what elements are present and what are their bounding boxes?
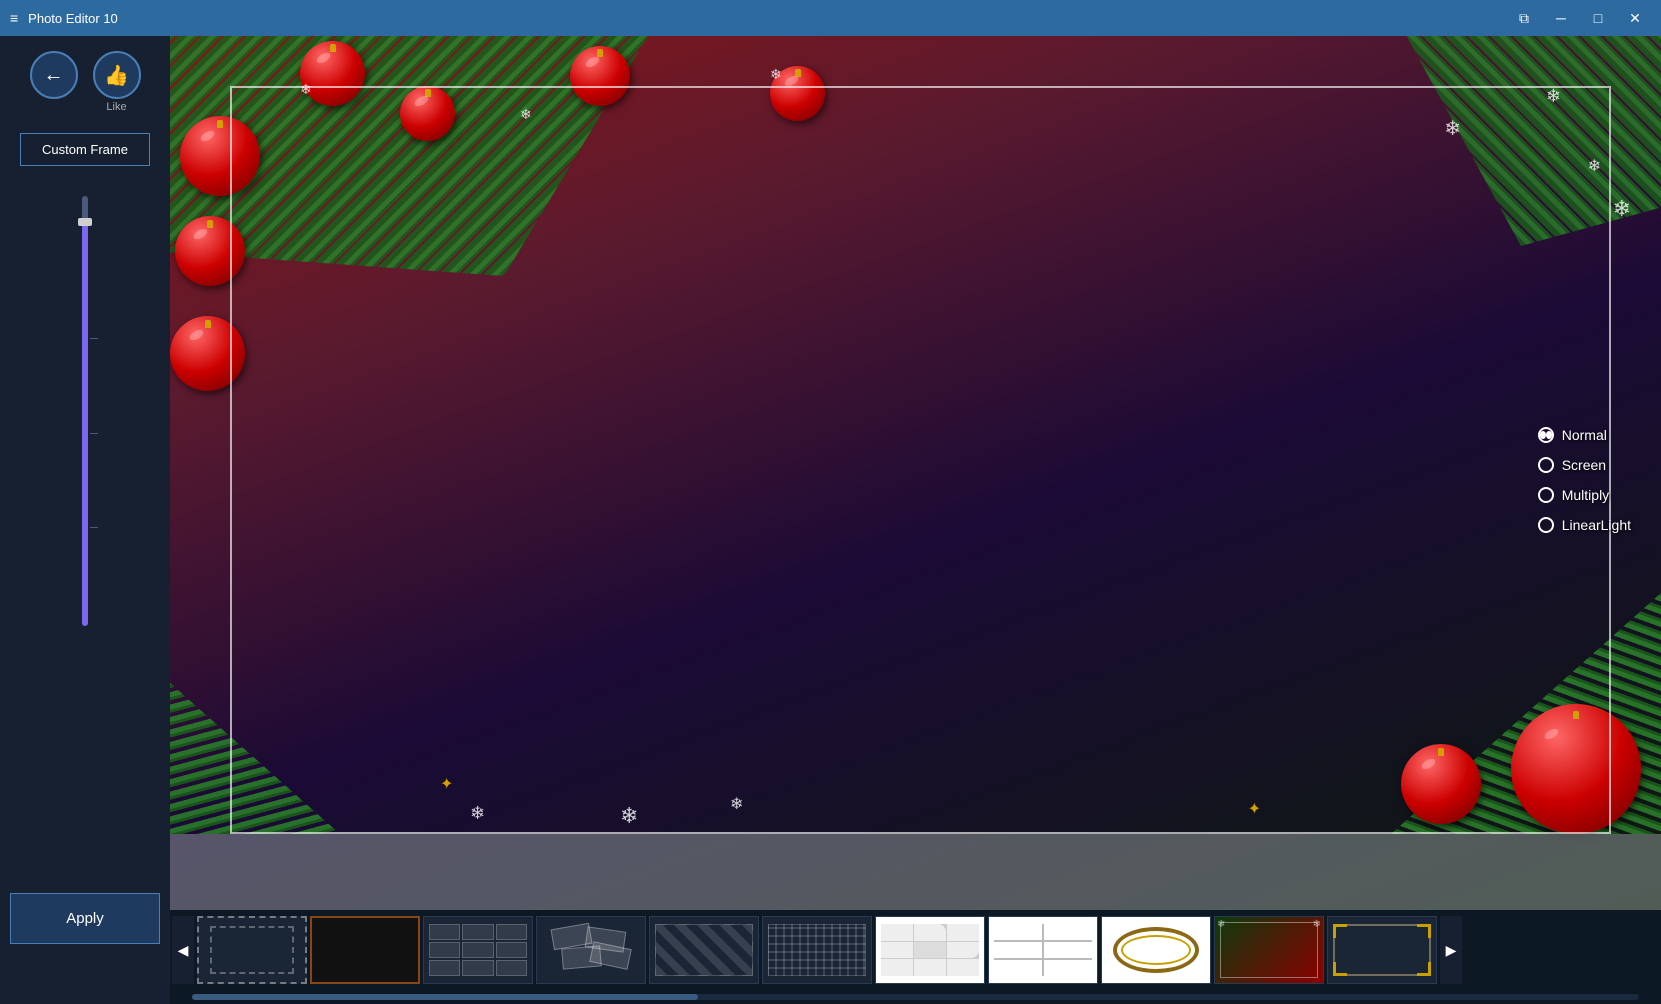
snowflake-8: ❄ (470, 803, 485, 824)
blend-linearlight[interactable]: LinearLight (1538, 517, 1631, 533)
blend-multiply-label: Multiply (1562, 487, 1609, 503)
snowflake-10: ❄ (730, 794, 743, 814)
snowflake-7: ❄ (1613, 196, 1631, 222)
slider-tick-1 (90, 338, 98, 339)
snowflake-6: ❄ (1588, 156, 1601, 176)
thumbnail-5[interactable] (649, 916, 759, 984)
scene-container: ❄ ❄ ❄ ❄ ❄ ❄ ❄ ❄ ❄ ❄ ✦ ✦ Nor (170, 36, 1661, 924)
like-container: 👍 Like (93, 51, 141, 113)
blend-normal-label: Normal (1562, 427, 1607, 443)
thumbnail-4[interactable] (536, 916, 646, 984)
menu-icon[interactable]: ≡ (10, 10, 18, 26)
scrollbar-thumb[interactable] (192, 994, 698, 1000)
scroll-right-button[interactable]: ▶ (1440, 916, 1462, 984)
blend-multiply-radio[interactable] (1538, 487, 1554, 503)
blend-screen-label: Screen (1562, 457, 1606, 473)
thumbnail-10[interactable]: ❄ ❄ (1214, 916, 1324, 984)
slider-track[interactable] (82, 196, 88, 626)
thumbnail-11[interactable] (1327, 916, 1437, 984)
ornament-9 (1401, 744, 1481, 824)
blend-normal-radio[interactable] (1538, 427, 1554, 443)
ornament-3 (400, 86, 455, 141)
snowflake-2: ❄ (520, 106, 532, 123)
ornament-4 (175, 216, 245, 286)
close-button[interactable]: ✕ (1619, 4, 1651, 32)
title-bar: ≡ Photo Editor 10 ⧉ ─ □ ✕ (0, 0, 1661, 36)
blend-screen[interactable]: Screen (1538, 457, 1631, 473)
thumbnail-2[interactable] (310, 916, 420, 984)
back-button[interactable]: ← (30, 51, 78, 99)
thumbnail-7[interactable] (875, 916, 985, 984)
blend-normal[interactable]: Normal (1538, 427, 1631, 443)
window-controls: ⧉ ─ □ ✕ (1508, 4, 1651, 32)
apply-button[interactable]: Apply (10, 893, 160, 944)
scroll-left-button[interactable]: ◀ (172, 916, 194, 984)
sidebar: ← 👍 Like Custom Frame Apply (0, 36, 170, 1004)
slider-tick-3 (90, 527, 98, 528)
snowflake-1: ❄ (300, 81, 312, 98)
thumbnail-9[interactable] (1101, 916, 1211, 984)
slider-thumb[interactable] (78, 218, 92, 226)
slider-tick-2 (90, 433, 98, 434)
restore-icon[interactable]: ⧉ (1508, 4, 1540, 32)
blend-mode-options: Normal Screen Multiply LinearLight (1538, 427, 1631, 533)
thumbnail-1[interactable] (197, 916, 307, 984)
scrollbar-track[interactable] (192, 994, 1639, 1000)
thumbnail-8[interactable] (988, 916, 1098, 984)
like-label: Like (106, 101, 126, 113)
blend-linearlight-label: LinearLight (1562, 517, 1631, 533)
thumbnail-strip: ◀ (170, 910, 1661, 990)
main-content: ← 👍 Like Custom Frame Apply (0, 36, 1661, 1004)
snowflake-3: ❄ (770, 66, 782, 83)
sidebar-top-buttons: ← 👍 Like (30, 51, 141, 113)
ornament-1 (180, 116, 260, 196)
opacity-slider-container (75, 196, 95, 626)
thumbnail-3[interactable] (423, 916, 533, 984)
snowflake-4: ❄ (1444, 116, 1461, 141)
like-button[interactable]: 👍 (93, 51, 141, 99)
star-2: ✦ (1248, 799, 1261, 819)
blend-linearlight-radio[interactable] (1538, 517, 1554, 533)
blend-multiply[interactable]: Multiply (1538, 487, 1631, 503)
maximize-button[interactable]: □ (1582, 4, 1614, 32)
custom-frame-button[interactable]: Custom Frame (20, 133, 150, 166)
snowflake-5: ❄ (1546, 86, 1561, 107)
ornament-6 (570, 46, 630, 106)
ornament-5 (170, 316, 245, 391)
blend-screen-radio[interactable] (1538, 457, 1554, 473)
star-1: ✦ (440, 774, 453, 794)
image-area: ❄ ❄ ❄ ❄ ❄ ❄ ❄ ❄ ❄ ❄ ✦ ✦ Nor (170, 36, 1661, 1004)
scrollbar (170, 990, 1661, 1004)
slider-fill (82, 218, 88, 627)
thumbnail-6[interactable] (762, 916, 872, 984)
snowflake-9: ❄ (620, 803, 638, 829)
app-title: Photo Editor 10 (28, 11, 1498, 26)
minimize-button[interactable]: ─ (1545, 4, 1577, 32)
ornament-8 (1511, 704, 1641, 834)
